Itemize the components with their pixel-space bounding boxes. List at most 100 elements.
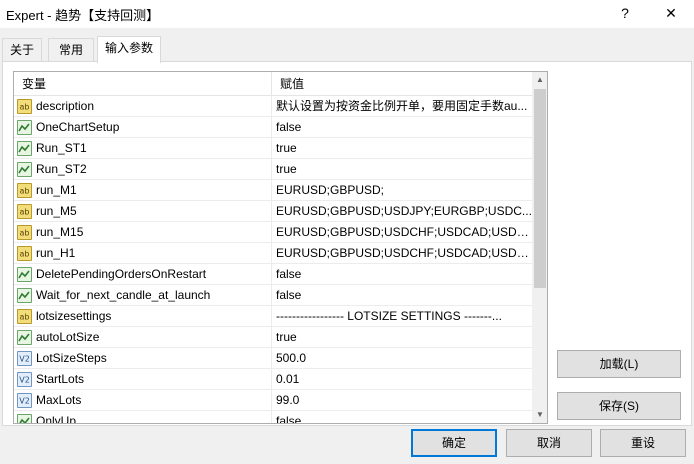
variable-name: StartLots	[36, 372, 85, 386]
table-row[interactable]: ab lotsizesettings ----------------- LOTSI…	[14, 306, 532, 327]
variable-name: DeletePendingOrdersOnRestart	[36, 267, 207, 281]
reset-button[interactable]: 重设	[600, 429, 686, 457]
variable-cell: ab run_M1	[14, 180, 272, 200]
scrollbar-thumb[interactable]	[534, 89, 546, 288]
bool-icon	[17, 414, 32, 423]
svg-text:ab: ab	[20, 313, 30, 322]
variable-cell: V2 MaxLots	[14, 390, 272, 410]
variable-cell: Run_ST1	[14, 138, 272, 158]
variable-cell: V2 StartLots	[14, 369, 272, 389]
value-cell[interactable]: false	[272, 117, 532, 137]
table-row[interactable]: Run_ST2 true	[14, 159, 532, 180]
vertical-scrollbar[interactable]: ▲ ▼	[532, 72, 547, 423]
svg-text:V2: V2	[19, 376, 30, 385]
variable-name: Wait_for_next_candle_at_launch	[36, 288, 211, 302]
variable-name: run_M1	[36, 183, 77, 197]
bool-icon	[17, 267, 32, 282]
variable-name: Run_ST1	[36, 141, 87, 155]
inputs-grid: 变量 赋值 ab description 默认设置为按资金比例开单，要用固定手数au…	[13, 71, 548, 424]
bool-icon	[17, 330, 32, 345]
variable-name: OnlyUp	[36, 414, 77, 424]
grid-header: 变量 赋值	[14, 72, 532, 96]
table-row[interactable]: ab run_M5 EURUSD;GBPUSD;USDJPY;EURGBP;USDC…	[14, 201, 532, 222]
variable-name: autoLotSize	[36, 330, 100, 344]
bool-icon	[17, 120, 32, 135]
svg-text:ab: ab	[20, 250, 30, 259]
variable-name: MaxLots	[36, 393, 82, 407]
variable-cell: ab run_M15	[14, 222, 272, 242]
value-cell[interactable]: 0.01	[272, 369, 532, 389]
tab-about[interactable]: 关于	[2, 38, 42, 62]
column-header-variable[interactable]: 变量	[14, 72, 272, 96]
value-cell[interactable]: 500.0	[272, 348, 532, 368]
variable-cell: autoLotSize	[14, 327, 272, 347]
ab-icon: ab	[17, 246, 32, 261]
value-cell[interactable]: EURUSD;GBPUSD;USDJPY;EURGBP;USDC...	[272, 201, 532, 221]
num-icon: V2	[17, 393, 32, 408]
table-row[interactable]: ab description 默认设置为按资金比例开单，要用固定手数au...	[14, 96, 532, 117]
close-button[interactable]: ✕	[648, 0, 694, 28]
value-cell[interactable]: 99.0	[272, 390, 532, 410]
table-row[interactable]: autoLotSize true	[14, 327, 532, 348]
save-button[interactable]: 保存(S)	[557, 392, 681, 420]
table-row[interactable]: Run_ST1 true	[14, 138, 532, 159]
table-row[interactable]: ab run_M15 EURUSD;GBPUSD;USDCHF;USDCAD;USD…	[14, 222, 532, 243]
table-row[interactable]: ab run_M1 EURUSD;GBPUSD;	[14, 180, 532, 201]
variable-name: LotSizeSteps	[36, 351, 107, 365]
variable-cell: Wait_for_next_candle_at_launch	[14, 285, 272, 305]
value-cell[interactable]: false	[272, 285, 532, 305]
svg-text:ab: ab	[20, 229, 30, 238]
value-cell[interactable]: false	[272, 411, 532, 423]
variable-name: run_M15	[36, 225, 84, 239]
column-header-value[interactable]: 赋值	[272, 72, 532, 96]
value-cell[interactable]: 默认设置为按资金比例开单，要用固定手数au...	[272, 96, 532, 116]
value-cell[interactable]: true	[272, 327, 532, 347]
variable-cell: Run_ST2	[14, 159, 272, 179]
num-icon: V2	[17, 351, 32, 366]
table-row[interactable]: Wait_for_next_candle_at_launch false	[14, 285, 532, 306]
variable-cell: ab run_M5	[14, 201, 272, 221]
table-row[interactable]: V2 StartLots 0.01	[14, 369, 532, 390]
ab-icon: ab	[17, 204, 32, 219]
table-row[interactable]: OnlyUp false	[14, 411, 532, 424]
tab-common[interactable]: 常用	[48, 38, 94, 62]
variable-cell: OneChartSetup	[14, 117, 272, 137]
value-cell[interactable]: true	[272, 159, 532, 179]
value-cell[interactable]: EURUSD;GBPUSD;USDCHF;USDCAD;USDJ...	[272, 243, 532, 263]
value-cell[interactable]: true	[272, 138, 532, 158]
num-icon: V2	[17, 372, 32, 387]
tab-inputs[interactable]: 输入参数	[97, 36, 161, 63]
table-row[interactable]: ab run_H1 EURUSD;GBPUSD;USDCHF;USDCAD;USDJ…	[14, 243, 532, 264]
scroll-down-icon[interactable]: ▼	[532, 407, 547, 423]
cancel-button[interactable]: 取消	[506, 429, 592, 457]
bool-icon	[17, 141, 32, 156]
variable-cell: OnlyUp	[14, 411, 272, 424]
value-cell[interactable]: EURUSD;GBPUSD;USDCHF;USDCAD;USDJ...	[272, 222, 532, 242]
ab-icon: ab	[17, 99, 32, 114]
svg-text:ab: ab	[20, 208, 30, 217]
table-row[interactable]: DeletePendingOrdersOnRestart false	[14, 264, 532, 285]
scroll-up-icon[interactable]: ▲	[532, 72, 547, 88]
variable-cell: ab run_H1	[14, 243, 272, 263]
ab-icon: ab	[17, 309, 32, 324]
variable-cell: V2 LotSizeSteps	[14, 348, 272, 368]
variable-name: description	[36, 99, 95, 113]
value-cell[interactable]: false	[272, 264, 532, 284]
table-row[interactable]: V2 MaxLots 99.0	[14, 390, 532, 411]
title-bar: Expert - 趋势【支持回测】 ? ✕	[0, 0, 694, 28]
value-cell[interactable]: ----------------- LOTSIZE SETTINGS -----…	[272, 306, 532, 326]
load-button[interactable]: 加载(L)	[557, 350, 681, 378]
variable-cell: ab lotsizesettings	[14, 306, 272, 326]
variable-name: run_M5	[36, 204, 77, 218]
bool-icon	[17, 288, 32, 303]
value-cell[interactable]: EURUSD;GBPUSD;	[272, 180, 532, 200]
variable-cell: DeletePendingOrdersOnRestart	[14, 264, 272, 284]
variable-name: OneChartSetup	[36, 120, 120, 134]
window-title: Expert - 趋势【支持回测】	[6, 8, 160, 23]
variable-name: run_H1	[36, 246, 76, 260]
table-row[interactable]: V2 LotSizeSteps 500.0	[14, 348, 532, 369]
help-button[interactable]: ?	[602, 0, 648, 28]
table-row[interactable]: OneChartSetup false	[14, 117, 532, 138]
ok-button[interactable]: 确定	[411, 429, 497, 457]
ab-icon: ab	[17, 225, 32, 240]
